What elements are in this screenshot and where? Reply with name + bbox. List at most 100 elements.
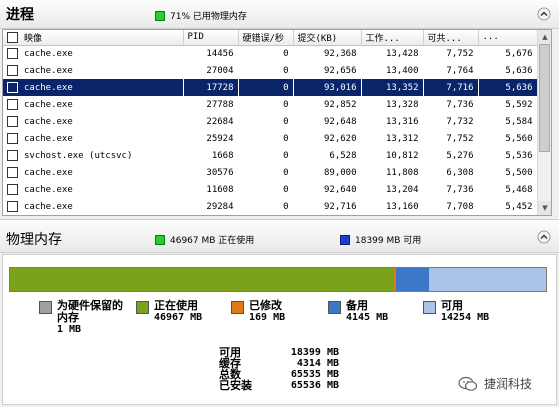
cell-image: cache.exe (3, 181, 183, 198)
processes-header[interactable]: 进程 71% 已用物理内存 (0, 0, 559, 29)
process-table: 映像 PID 硬错误/秒 提交(KB) 工作... 可共... ... cach… (2, 29, 552, 216)
cell-commit: 92,852 (323, 99, 357, 110)
row-checkbox[interactable] (7, 116, 18, 127)
row-checkbox[interactable] (7, 167, 18, 178)
cell-commit: 92,648 (323, 116, 357, 127)
select-all-checkbox[interactable] (7, 31, 18, 43)
column-header-commit[interactable]: 提交(KB) (293, 30, 362, 46)
table-row[interactable]: cache.exe 22684 0 92,648 13,316 7,732 5,584 (3, 113, 537, 130)
memory-in-use-indicator: 46967 MB 正在使用 (155, 233, 254, 246)
cell-image: cache.exe (3, 62, 183, 79)
table-row[interactable]: cache.exe 27004 0 92,656 13,400 7,764 5,636 (3, 62, 537, 79)
cell-commit: 92,656 (323, 65, 357, 76)
cell-shareable: 7,732 (446, 116, 474, 127)
table-row[interactable]: cache.exe 29284 0 92,716 13,160 7,708 5,452 (3, 198, 537, 215)
cell-shareable: 7,708 (446, 201, 474, 212)
table-row[interactable]: cache.exe 14456 0 92,368 13,428 7,752 5,676 (3, 45, 537, 62)
cell-pid: 27004 (206, 65, 234, 76)
cell-private: 5,536 (505, 150, 533, 161)
cell-commit: 92,640 (323, 184, 357, 195)
row-checkbox[interactable] (7, 184, 18, 195)
cell-shareable: 7,736 (446, 99, 474, 110)
cell-private: 5,584 (505, 116, 533, 127)
memory-summary: 可用 18399 MB 缓存 4314 MB 总数 65535 MB 已安装 6… (219, 347, 339, 391)
cell-private: 5,468 (505, 184, 533, 195)
column-header-pid[interactable]: PID (183, 30, 239, 46)
legend-value: 4145 MB (346, 312, 389, 323)
memory-title: 物理内存 (6, 232, 62, 248)
cell-working: 11,808 (385, 167, 419, 178)
cell-hard-faults: 0 (283, 167, 289, 178)
cell-shareable: 5,276 (446, 150, 474, 161)
table-row[interactable]: cache.exe 30576 0 89,000 11,808 6,308 5,500 (3, 164, 537, 181)
watermark-text: 捷润科技 (484, 377, 533, 391)
cell-pid: 1668 (211, 150, 234, 161)
legend-swatch-icon (136, 301, 149, 314)
row-checkbox[interactable] (7, 65, 18, 76)
cell-private: 5,636 (505, 65, 533, 76)
memory-panel: 为硬件保留的内存 1 MB 正在使用 46967 MB 已修改 169 MB 备用 4145 … (2, 254, 557, 405)
legend-value: 169 MB (249, 312, 286, 323)
cell-hard-faults: 0 (238, 79, 293, 96)
collapse-up-icon[interactable] (537, 7, 551, 21)
cell-hard-faults: 0 (283, 201, 289, 212)
column-header-hard-faults[interactable]: 硬错误/秒 (238, 30, 294, 46)
scroll-thumb[interactable] (539, 44, 550, 152)
row-checkbox[interactable] (7, 48, 18, 60)
legend-label: 可用 (441, 299, 463, 312)
row-checkbox[interactable] (7, 150, 18, 161)
legend-value: 14254 MB (441, 312, 490, 323)
memory-header[interactable]: 物理内存 46967 MB 正在使用 18399 MB 可用 (0, 219, 559, 253)
legend-item-free: 可用 14254 MB (423, 300, 489, 324)
in-use-swatch-icon (155, 234, 165, 245)
scroll-up-icon[interactable]: ▲ (538, 30, 551, 44)
table-row[interactable]: cache.exe 25924 0 92,620 13,312 7,752 5,560 (3, 130, 537, 147)
cell-image: cache.exe (3, 45, 183, 62)
legend-item-modified: 已修改 169 MB (231, 300, 285, 324)
scroll-down-icon[interactable]: ▼ (538, 201, 551, 215)
cell-hard-faults: 0 (283, 116, 289, 127)
legend-swatch-icon (39, 301, 52, 314)
table-row[interactable]: cache.exe 11608 0 92,640 13,204 7,736 5,468 (3, 181, 537, 198)
legend-item-hardware-reserved: 为硬件保留的内存 1 MB (39, 300, 125, 336)
cell-pid: 30576 (206, 167, 234, 178)
row-checkbox[interactable] (7, 201, 18, 212)
available-swatch-icon (340, 234, 350, 245)
legend-value: 1 MB (57, 324, 82, 335)
vertical-scrollbar[interactable]: ▲ ▼ (537, 30, 551, 215)
cell-hard-faults: 0 (283, 65, 289, 76)
table-row[interactable]: cache.exe 27788 0 92,852 13,328 7,736 5,592 (3, 96, 537, 113)
cell-working: 13,428 (385, 48, 419, 59)
cell-hard-faults: 0 (283, 150, 289, 161)
cell-hard-faults: 0 (283, 184, 289, 195)
row-checkbox[interactable] (7, 99, 18, 110)
memory-usage-text: 71% 已用物理内存 (170, 12, 247, 22)
cell-private: 5,676 (505, 48, 533, 59)
cell-private: 5,452 (505, 201, 533, 212)
cell-working: 13,316 (385, 116, 419, 127)
cell-working: 13,352 (361, 79, 423, 96)
column-header-working-set[interactable]: 工作... (361, 30, 424, 46)
cell-hard-faults: 0 (283, 48, 289, 59)
cell-working: 13,204 (385, 184, 419, 195)
column-header-private[interactable]: ... (478, 30, 538, 46)
cell-pid: 27788 (206, 99, 234, 110)
legend-item-standby: 备用 4145 MB (328, 300, 388, 324)
table-header-row: 映像 PID 硬错误/秒 提交(KB) 工作... 可共... ... (3, 30, 538, 46)
cell-commit: 6,528 (329, 150, 357, 161)
row-checkbox[interactable] (7, 133, 18, 144)
column-header-shareable[interactable]: 可共... (423, 30, 479, 46)
processes-title: 进程 (6, 7, 34, 23)
row-checkbox[interactable] (7, 82, 18, 93)
cell-hard-faults: 0 (283, 133, 289, 144)
summary-row-installed: 已安装 65536 MB (219, 379, 339, 392)
cell-shareable: 7,752 (446, 48, 474, 59)
table-row[interactable]: cache.exe 17728 0 93,016 13,352 7,716 5,636 (3, 79, 537, 96)
collapse-up-icon[interactable] (537, 230, 551, 244)
column-header-image[interactable]: 映像 (3, 30, 184, 46)
cell-private: 5,560 (505, 133, 533, 144)
table-row[interactable]: svchost.exe (utcsvc) 1668 0 6,528 10,812 5,27… (3, 147, 537, 164)
cell-shareable: 7,752 (446, 133, 474, 144)
legend-swatch-icon (423, 301, 436, 314)
bar-segment-free (429, 268, 546, 291)
